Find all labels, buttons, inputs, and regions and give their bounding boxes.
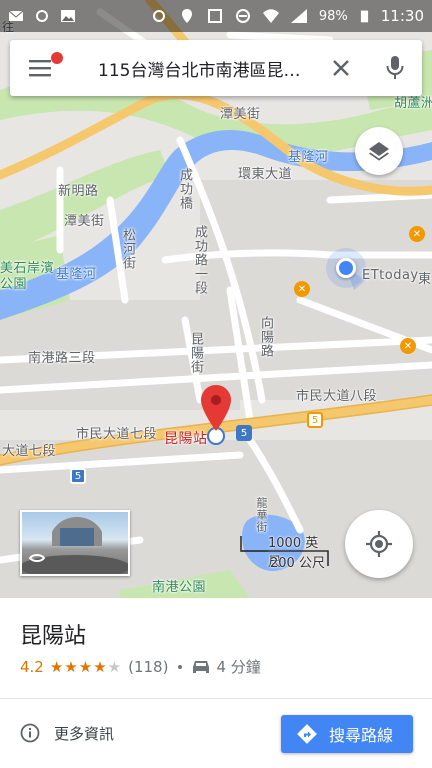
wifi-icon: [262, 9, 279, 23]
rating-row: 4.2 ★★★★★ (118) 4 分鐘: [20, 656, 261, 677]
search-bar[interactable]: 115台灣台北市南港區昆…: [10, 40, 422, 96]
map-label-station: 昆陽站: [164, 431, 208, 447]
more-info-label: 更多資訊: [54, 724, 115, 743]
image-icon: [61, 10, 75, 22]
map-label-kunyang-st: 昆陽街: [188, 332, 203, 374]
map-label-nangang-rd-3: 南港路三段: [28, 351, 96, 366]
restaurant-icon[interactable]: ✕: [400, 338, 416, 354]
map-label-keelung-river: 基隆河: [288, 150, 329, 165]
clear-search-button[interactable]: [314, 40, 368, 96]
divider: [0, 698, 432, 699]
map-label-meiti-park: 美石岸濱公園: [0, 261, 55, 292]
menu-button[interactable]: [10, 40, 72, 96]
map-label-xiangyang-rd: 向陽路: [258, 316, 273, 358]
map-label-tamei-st-left: 潭美街: [64, 214, 105, 229]
microphone-icon: [386, 56, 404, 79]
layers-button[interactable]: [355, 127, 403, 175]
review-count: (118): [128, 657, 169, 676]
my-location-icon: [366, 531, 392, 557]
location-icon: [181, 9, 192, 23]
map-label-xinming-rd: 新明路: [58, 184, 99, 199]
place-title: 昆陽站: [20, 624, 87, 649]
hamburger-menu-icon: [29, 60, 51, 77]
my-location-dot: [336, 258, 356, 278]
highway-shield-2: 5: [70, 468, 86, 484]
camera-icon: [36, 10, 48, 22]
map-label-civic-blvd-7: 市民大道七段: [76, 427, 158, 442]
battery-percent: 98%: [318, 8, 348, 24]
restaurant-icon[interactable]: ✕: [294, 281, 310, 297]
clock: 11:30: [380, 7, 424, 25]
scale-metric: 200 公尺: [270, 556, 325, 571]
rating-value: 4.2: [20, 657, 44, 676]
directions-label: 搜尋路線: [329, 726, 394, 745]
highway-shield: 5: [307, 412, 323, 428]
place-sheet[interactable]: 昆陽站 4.2 ★★★★★ (118) 4 分鐘 更多資訊 搜尋路線: [0, 598, 432, 768]
sync-icon: [152, 10, 165, 22]
rating-stars: ★★★★★: [49, 657, 123, 676]
notification-dot: [51, 52, 63, 64]
map-label-civic-blvd-7-left: 大道七段: [2, 444, 57, 459]
map-pin-icon[interactable]: [201, 385, 231, 431]
map-label-chenggong-rd: 成功路一段: [192, 225, 207, 295]
map-label-chenggong-bridge: 成功橋: [177, 168, 192, 210]
directions-icon: [297, 724, 317, 744]
dnd-icon: [235, 9, 250, 23]
layers-icon: [369, 142, 389, 161]
separator-dot: [178, 664, 183, 669]
nfc-icon: [207, 9, 222, 23]
map-label-longhua-st: 龍華街: [255, 497, 268, 533]
map-scale: 1000 英尺 200 公尺: [240, 532, 330, 572]
map-label-civic-blvd-8: 市民大道八段: [296, 389, 378, 404]
battery-icon: [360, 10, 368, 23]
info-icon: [20, 723, 40, 743]
close-icon: [333, 60, 349, 76]
map-label-nangang-park: 南港公園: [152, 580, 207, 595]
travel-time: 4 分鐘: [216, 658, 261, 676]
restaurant-icon[interactable]: ✕: [409, 226, 425, 242]
my-location-button[interactable]: [345, 510, 413, 578]
signal-icon: [290, 9, 307, 23]
street-view-thumbnail[interactable]: [20, 510, 130, 576]
directions-button[interactable]: 搜尋路線: [281, 715, 413, 753]
more-info-button[interactable]: 更多資訊: [20, 716, 114, 750]
status-bar: 98% 11:30: [0, 0, 432, 32]
map-label-huandong-ave: 環東大道: [238, 167, 293, 182]
car-icon: [193, 660, 210, 673]
map-label-keelung-river-left: 基隆河: [56, 267, 97, 282]
map-label-etoday: ETtoday: [362, 268, 419, 283]
map-label-songhe-st: 松河街: [120, 228, 135, 270]
map-label-cut-right: 東: [418, 272, 432, 287]
voice-search-button[interactable]: [368, 40, 422, 96]
metro-badge: 5: [236, 425, 252, 441]
mail-icon: [8, 10, 24, 21]
search-input[interactable]: 115台灣台北市南港區昆…: [72, 56, 314, 81]
map-label-tamei-st: 潭美街: [220, 107, 261, 122]
